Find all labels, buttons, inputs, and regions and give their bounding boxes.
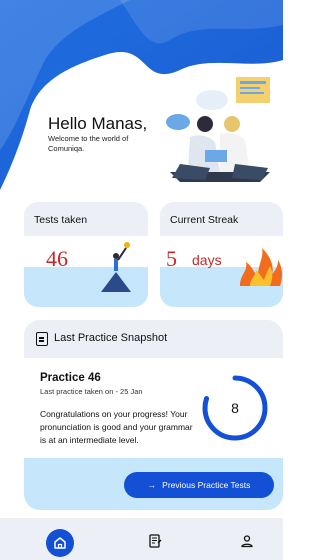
document-icon — [36, 332, 48, 346]
students-illustration — [166, 77, 270, 182]
feedback-message: Congratulations on your progress! Your p… — [40, 409, 193, 445]
practice-date: Last practice taken on - 25 Jan — [40, 387, 143, 396]
tests-taken-value: 46 — [46, 246, 68, 271]
current-streak-title: Current Streak — [170, 214, 239, 226]
achievement-icon — [101, 242, 131, 292]
practice-name: Practice 46 — [40, 372, 101, 384]
last-practice-snapshot-card: Last Practice Snapshot Practice 46 Last … — [24, 320, 283, 510]
profile-icon — [241, 535, 253, 548]
nav-home-button[interactable] — [46, 529, 74, 557]
greeting-text: Hello Manas, — [48, 114, 148, 133]
fire-icon — [240, 248, 282, 286]
bottom-navigation — [0, 518, 283, 560]
streak-unit: days — [192, 252, 222, 268]
streak-value: 5 — [166, 246, 177, 271]
tests-taken-card: Tests taken 46 — [24, 202, 148, 307]
arrow-right-icon: → — [147, 480, 157, 490]
snapshot-title: Last Practice Snapshot — [54, 332, 168, 344]
nav-profile-button[interactable] — [240, 534, 254, 553]
welcome-text: Welcome to the world of Comuniqa. — [48, 134, 129, 153]
previous-practice-tests-button[interactable]: → Previous Practice Tests — [124, 472, 274, 498]
home-icon — [54, 537, 66, 549]
header-banner: Hello Manas, Welcome to the world of Com… — [0, 0, 283, 196]
score-value: 8 — [231, 400, 239, 416]
previous-practice-tests-label: Previous Practice Tests — [162, 480, 251, 490]
current-streak-card: Current Streak 5 days — [160, 202, 283, 307]
notes-icon — [149, 534, 162, 548]
nav-notes-button[interactable] — [148, 534, 162, 553]
tests-taken-title: Tests taken — [34, 214, 88, 226]
